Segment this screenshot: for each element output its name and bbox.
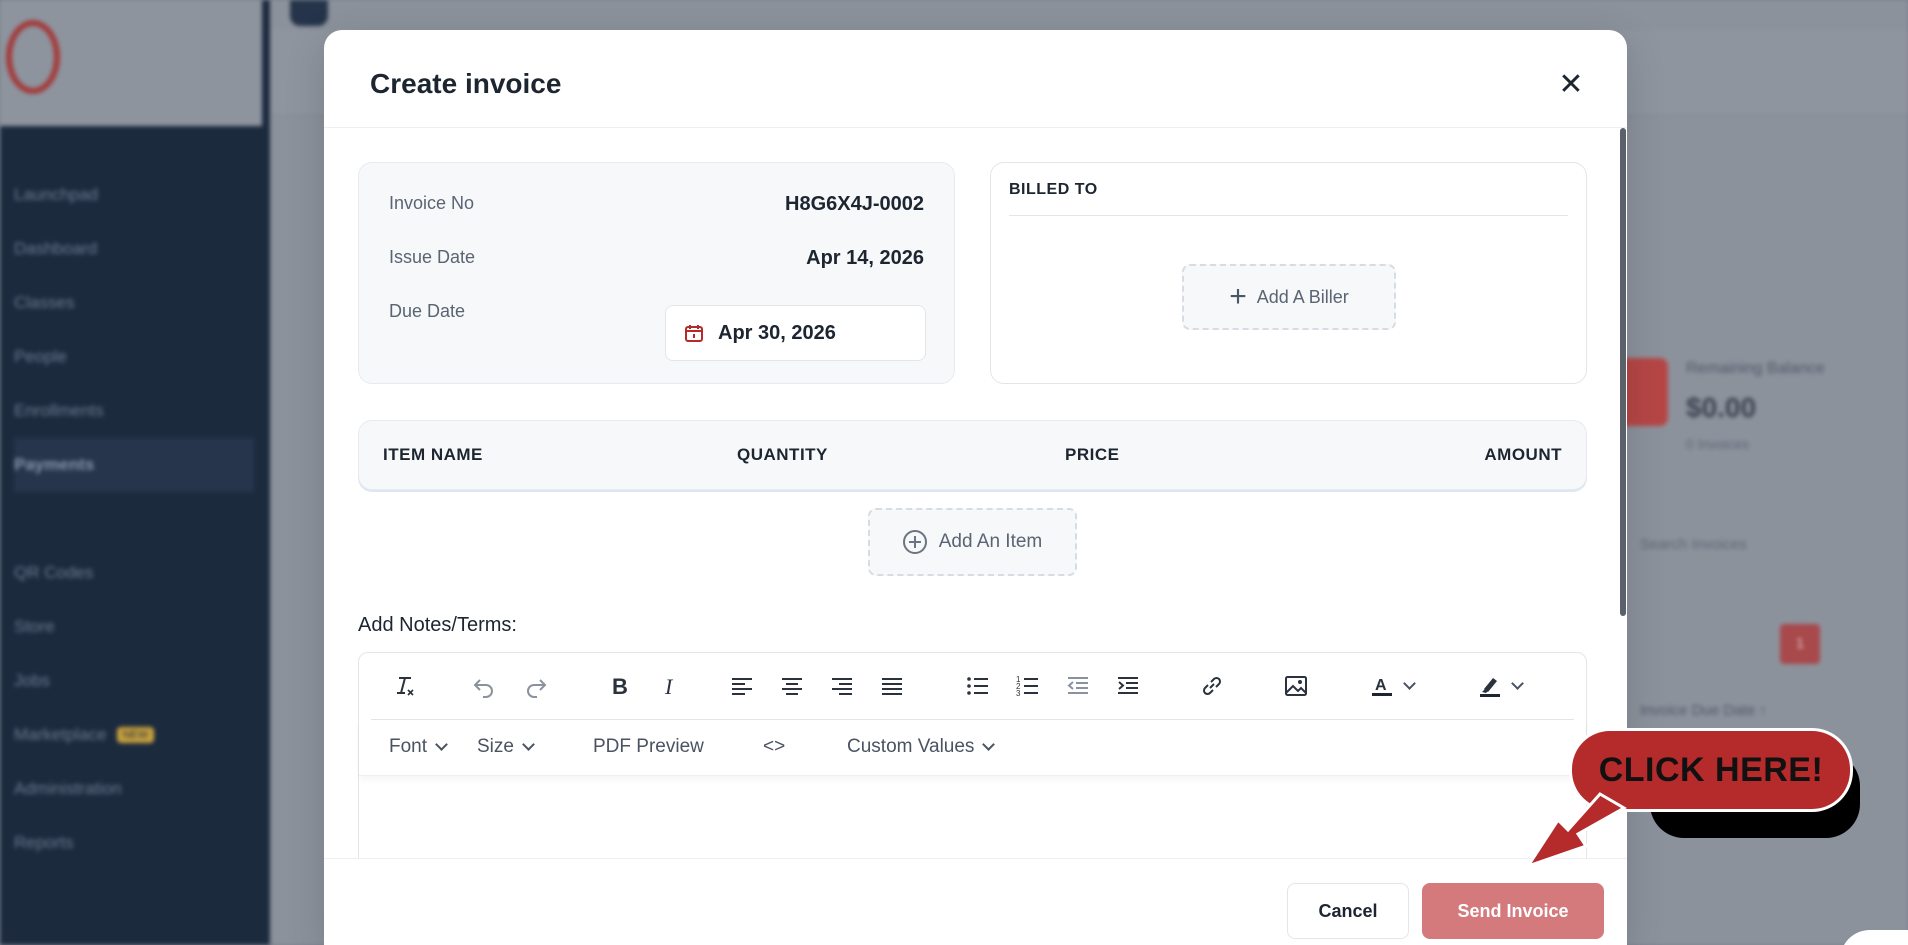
plus-circle-icon <box>902 530 927 554</box>
cancel-button[interactable]: Cancel <box>1287 883 1409 939</box>
add-biller-button[interactable]: + Add A Biller <box>1182 264 1396 330</box>
chevron-down-icon <box>435 738 448 751</box>
due-date-label: Due Date <box>389 301 466 321</box>
sidebar-item-launchpad[interactable]: Launchpad <box>14 168 254 222</box>
invoice-no-label: Invoice No <box>389 193 475 213</box>
outdent-icon[interactable] <box>1061 669 1095 703</box>
issue-date-label: Issue Date <box>389 247 476 267</box>
sidebar-item-people[interactable]: People <box>14 330 254 384</box>
column-quantity: QUANTITY <box>737 445 828 464</box>
align-right-icon[interactable] <box>825 669 859 703</box>
align-center-icon[interactable] <box>775 669 809 703</box>
billed-to-heading: BILLED TO <box>1009 181 1098 198</box>
add-item-label: Add An Item <box>938 531 1043 552</box>
align-left-icon[interactable] <box>725 669 759 703</box>
editor-toolbar: B I 123 A <box>359 653 1586 719</box>
font-dropdown[interactable]: Font <box>389 736 448 758</box>
highlight-color-icon[interactable] <box>1469 669 1529 703</box>
invoice-no-value: H8G6X4J-0002 <box>785 193 924 215</box>
issue-date-value: Apr 14, 2026 <box>806 247 924 269</box>
indent-icon[interactable] <box>1111 669 1145 703</box>
chevron-down-icon <box>982 738 996 751</box>
svg-text:A: A <box>1375 677 1387 694</box>
bullet-list-icon[interactable] <box>961 669 995 703</box>
column-price: PRICE <box>1065 445 1120 464</box>
calendar-icon <box>685 325 703 342</box>
bold-icon[interactable]: B <box>603 669 637 703</box>
invoice-search-input[interactable]: Search Invoices <box>1622 526 1908 564</box>
size-dropdown[interactable]: Size <box>477 736 535 758</box>
balance-card-title: Remaining Balance <box>1686 360 1825 377</box>
sidebar-item-classes[interactable]: Classes <box>14 276 254 330</box>
send-invoice-button[interactable]: Send Invoice <box>1422 883 1604 939</box>
sidebar-item-dashboard[interactable]: Dashboard <box>14 222 254 276</box>
undo-icon[interactable] <box>467 669 501 703</box>
sort-label[interactable]: Invoice Due Date ↑ <box>1640 702 1767 719</box>
close-icon[interactable]: ✕ <box>1554 68 1588 102</box>
items-table-header: ITEM NAME QUANTITY PRICE AMOUNT <box>358 420 1587 490</box>
redo-icon[interactable] <box>519 669 553 703</box>
chevron-down-icon <box>1402 677 1416 690</box>
clear-format-icon[interactable] <box>387 669 421 703</box>
sidebar-nav: Launchpad Dashboard Classes People Enrol… <box>14 168 254 870</box>
svg-text:B: B <box>612 674 628 699</box>
editor-toolbar-secondary: Font Size PDF Preview <> Custom Values <box>359 720 1586 776</box>
callout-text: CLICK HERE! <box>1598 750 1824 789</box>
code-view-icon[interactable]: <> <box>763 736 785 758</box>
svg-text:3: 3 <box>1016 689 1021 698</box>
create-invoice-modal: Create invoice ✕ Invoice No H8G6X4J-0002… <box>324 30 1627 945</box>
due-date-picker[interactable]: Apr 30, 2026 <box>665 305 926 361</box>
svg-text:I: I <box>664 674 674 699</box>
sidebar-item-administration[interactable]: Administration <box>14 762 254 816</box>
modal-title: Create invoice <box>370 68 562 99</box>
column-item-name: ITEM NAME <box>383 445 483 464</box>
italic-icon[interactable]: I <box>653 669 687 703</box>
link-icon[interactable] <box>1195 669 1229 703</box>
image-icon[interactable] <box>1279 669 1313 703</box>
new-badge: NEW <box>116 727 155 743</box>
text-color-icon[interactable]: A <box>1361 669 1421 703</box>
sidebar-item-marketplace[interactable]: Marketplace NEW <box>14 708 254 762</box>
sidebar: Launchpad Dashboard Classes People Enrol… <box>0 0 270 945</box>
callout-arrow-icon <box>1524 792 1628 869</box>
balance-card-value: $0.00 <box>1686 392 1757 423</box>
balance-card-subtext: 0 Invoices <box>1686 436 1750 452</box>
notes-label: Add Notes/Terms: <box>358 614 517 636</box>
add-item-button[interactable]: Add An Item <box>868 508 1077 576</box>
divider <box>1009 215 1568 216</box>
billed-to-card: BILLED TO + Add A Biller <box>990 162 1587 384</box>
sidebar-item-qr-codes[interactable]: QR Codes <box>14 546 254 600</box>
brand-logo <box>0 0 262 126</box>
sidebar-item-store[interactable]: Store <box>14 600 254 654</box>
plus-icon: + <box>1229 280 1247 313</box>
modal-scrollbar[interactable] <box>1620 128 1626 616</box>
pdf-preview-button[interactable]: PDF Preview <box>593 736 704 758</box>
pagination-current-page[interactable]: 1 <box>1780 624 1820 664</box>
modal-header: Create invoice ✕ <box>324 30 1627 128</box>
sidebar-item-jobs[interactable]: Jobs <box>14 654 254 708</box>
sidebar-collapse-button[interactable] <box>290 0 328 26</box>
invoice-info-card: Invoice No H8G6X4J-0002 Issue Date Apr 1… <box>358 162 955 384</box>
sidebar-item-payments[interactable]: Payments <box>14 438 254 492</box>
chevron-down-icon <box>522 738 535 751</box>
sidebar-item-enrollments[interactable]: Enrollments <box>14 384 254 438</box>
column-amount: AMOUNT <box>1484 445 1562 464</box>
due-date-value: Apr 30, 2026 <box>718 321 836 344</box>
add-biller-label: Add A Biller <box>1256 286 1349 307</box>
sidebar-item-reports[interactable]: Reports <box>14 816 254 870</box>
numbered-list-icon[interactable]: 123 <box>1011 669 1045 703</box>
custom-values-dropdown[interactable]: Custom Values <box>847 736 996 758</box>
align-justify-icon[interactable] <box>875 669 909 703</box>
chevron-down-icon <box>1510 677 1524 690</box>
modal-footer: Cancel Send Invoice <box>324 858 1627 945</box>
